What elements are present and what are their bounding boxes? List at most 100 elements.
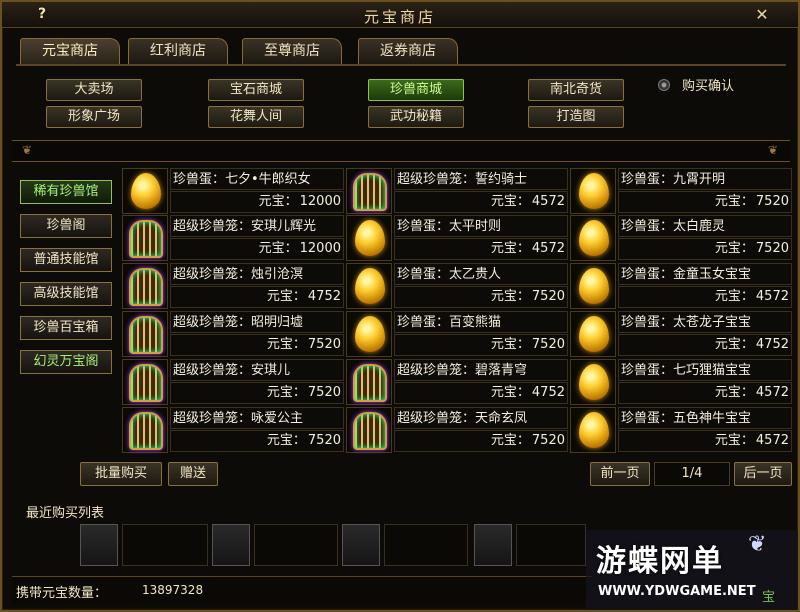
shop-item[interactable]: 珍兽蛋：太乙贵人 元宝： 7520 <box>346 263 568 309</box>
shop-item[interactable]: 珍兽蛋：七夕•牛郎织女 元宝： 12000 <box>122 168 344 214</box>
recent-purchases-label: 最近购买列表 <box>26 506 105 521</box>
price-value: 12000 <box>299 194 341 209</box>
currency-label: 元宝： <box>258 194 298 209</box>
sidebar-item-phantom-treasure[interactable]: 幻灵万宝阁 <box>20 350 112 374</box>
item-icon-slot[interactable] <box>122 407 168 453</box>
butterfly-icon: ❦ <box>748 532 767 557</box>
shop-item[interactable]: 珍兽蛋：太白鹿灵 元宝： 7520 <box>570 215 792 261</box>
egg-icon <box>579 412 609 448</box>
category-button[interactable]: 武功秘籍 <box>368 106 464 128</box>
sidebar-item-pet-pavilion[interactable]: 珍兽阁 <box>20 214 112 238</box>
shop-item[interactable]: 珍兽蛋：五色神牛宝宝 元宝： 4572 <box>570 407 792 453</box>
item-icon-slot[interactable] <box>346 263 392 309</box>
item-icon-slot[interactable] <box>570 263 616 309</box>
item-price: 元宝： 12000 <box>170 191 344 213</box>
item-icon-slot[interactable] <box>346 311 392 357</box>
shop-item[interactable]: 超级珍兽笼：咏爱公主 元宝： 7520 <box>122 407 344 453</box>
shop-item[interactable]: 超级珍兽笼：昭明归墟 元宝： 7520 <box>122 311 344 357</box>
tab-voucher-shop[interactable]: 返券商店 <box>358 38 458 64</box>
item-icon-slot[interactable] <box>570 359 616 405</box>
price-value: 4572 <box>531 241 565 256</box>
category-button[interactable]: 大卖场 <box>46 79 142 101</box>
currency-label: 元宝： <box>490 433 530 448</box>
close-button[interactable]: ✕ <box>750 4 774 26</box>
sidebar-item-normal-skill-hall[interactable]: 普通技能馆 <box>20 248 112 272</box>
item-price: 元宝： 4752 <box>170 286 344 308</box>
item-icon-slot[interactable] <box>122 311 168 357</box>
price-value: 7520 <box>307 433 341 448</box>
item-icon-slot[interactable] <box>570 168 616 214</box>
item-icon-slot[interactable] <box>346 359 392 405</box>
category-button-active[interactable]: 珍兽商城 <box>368 79 464 101</box>
item-name: 珍兽蛋：太平时则 <box>394 215 568 237</box>
item-icon-slot[interactable] <box>122 215 168 261</box>
shop-item[interactable]: 超级珍兽笼：安琪儿辉光 元宝： 12000 <box>122 215 344 261</box>
currency-label: 元宝： <box>266 433 306 448</box>
egg-icon <box>355 268 385 304</box>
ornament-left-icon: ❦ <box>21 143 33 157</box>
currency-label: 元宝： <box>714 337 754 352</box>
currency-label: 元宝： <box>714 385 754 400</box>
gift-button[interactable]: 赠送 <box>168 462 218 486</box>
bulk-buy-button[interactable]: 批量购买 <box>80 462 162 486</box>
shop-item[interactable]: 珍兽蛋：太苍龙子宝宝 元宝： 4752 <box>570 311 792 357</box>
category-button[interactable]: 打造图 <box>528 106 624 128</box>
sidebar-item-advanced-skill-hall[interactable]: 高级技能馆 <box>20 282 112 306</box>
item-icon-slot[interactable] <box>122 359 168 405</box>
egg-icon <box>355 220 385 256</box>
shop-item[interactable]: 珍兽蛋：九霄开明 元宝： 7520 <box>570 168 792 214</box>
egg-icon <box>579 220 609 256</box>
ornate-divider: ❦ ❦ <box>12 140 790 162</box>
cage-icon <box>129 268 163 306</box>
tab-yuanbao-shop[interactable]: 元宝商店 <box>20 38 120 64</box>
shop-item[interactable]: 超级珍兽笼：安琪儿 元宝： 7520 <box>122 359 344 405</box>
category-button[interactable]: 花舞人间 <box>208 106 304 128</box>
item-name: 珍兽蛋：七巧狸猫宝宝 <box>618 359 792 381</box>
shop-item[interactable]: 珍兽蛋：太平时则 元宝： 4572 <box>346 215 568 261</box>
recent-item-slot[interactable] <box>80 524 118 566</box>
shop-item[interactable]: 超级珍兽笼：誓约骑士 元宝： 4572 <box>346 168 568 214</box>
recent-item-slot[interactable] <box>474 524 512 566</box>
item-icon-slot[interactable] <box>122 263 168 309</box>
category-button[interactable]: 形象广场 <box>46 106 142 128</box>
item-icon-slot[interactable] <box>346 168 392 214</box>
sidebar-item-pet-treasure-box[interactable]: 珍兽百宝箱 <box>20 316 112 340</box>
item-icon-slot[interactable] <box>346 215 392 261</box>
recent-item-slot[interactable] <box>342 524 380 566</box>
recent-item-slot[interactable] <box>212 524 250 566</box>
price-value: 4752 <box>531 385 565 400</box>
price-value: 4572 <box>755 433 789 448</box>
item-name: 珍兽蛋：九霄开明 <box>618 168 792 190</box>
shop-item[interactable]: 珍兽蛋：七巧狸猫宝宝元宝： 4572 <box>570 359 792 405</box>
item-icon-slot[interactable] <box>570 311 616 357</box>
item-price: 元宝： 12000 <box>170 238 344 260</box>
item-name: 超级珍兽笼：誓约骑士 <box>394 168 568 190</box>
item-icon-slot[interactable] <box>570 407 616 453</box>
watermark-url: WWW.YDWGAME.NET <box>598 584 756 599</box>
item-icon-slot[interactable] <box>570 215 616 261</box>
cage-icon <box>129 412 163 450</box>
item-price: 元宝： 4572 <box>394 191 568 213</box>
shop-item[interactable]: 珍兽蛋：金童玉女宝宝 元宝： 4572 <box>570 263 792 309</box>
cage-icon <box>353 412 387 450</box>
purchase-confirm-radio[interactable] <box>658 79 670 91</box>
item-icon-slot[interactable] <box>122 168 168 214</box>
price-value: 7520 <box>755 194 789 209</box>
shop-item[interactable]: 超级珍兽笼：碧落青穹 元宝： 4752 <box>346 359 568 405</box>
tabs-divider <box>16 64 786 66</box>
shop-item[interactable]: 超级珍兽笼：烛引沧溟 元宝： 4752 <box>122 263 344 309</box>
tab-bonus-shop[interactable]: 红利商店 <box>128 38 228 64</box>
sidebar-item-rare-pet-hall[interactable]: 稀有珍兽馆 <box>20 180 112 204</box>
category-button[interactable]: 南北奇货 <box>528 79 624 101</box>
next-page-button[interactable]: 后一页 <box>734 462 792 486</box>
shop-item[interactable]: 珍兽蛋：百变熊猫 元宝： 7520 <box>346 311 568 357</box>
shop-item[interactable]: 超级珍兽笼：天命玄凤 元宝： 7520 <box>346 407 568 453</box>
price-value: 4752 <box>755 337 789 352</box>
price-value: 4572 <box>755 385 789 400</box>
prev-page-button[interactable]: 前一页 <box>590 462 650 486</box>
category-button[interactable]: 宝石商城 <box>208 79 304 101</box>
item-price: 元宝： 4752 <box>394 382 568 404</box>
tab-supreme-shop[interactable]: 至尊商店 <box>242 38 342 64</box>
item-icon-slot[interactable] <box>346 407 392 453</box>
price-value: 4572 <box>755 289 789 304</box>
